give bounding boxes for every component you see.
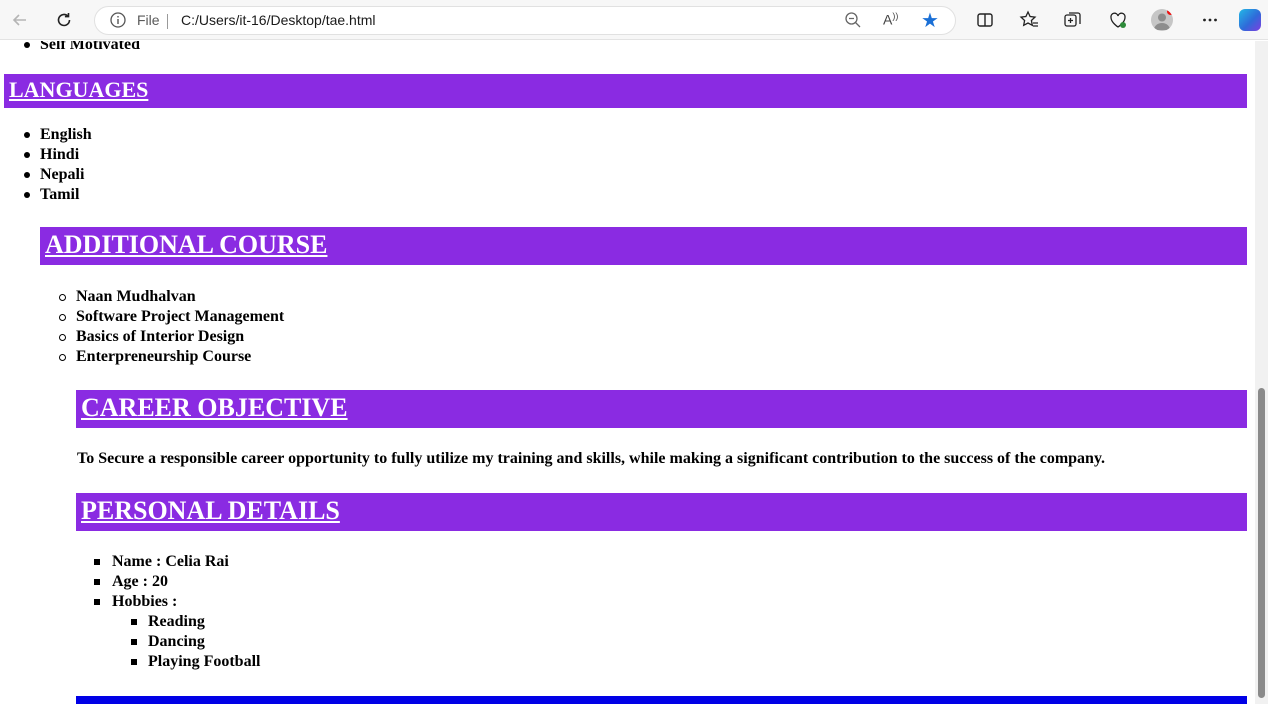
personal-details-heading-bar: PERSONAL DETAILS [76, 493, 1247, 531]
language-item: English [40, 126, 92, 143]
personal-name: Name : Celia Rai [112, 553, 229, 570]
list-bullet [59, 314, 66, 321]
languages-heading-bar: LANGUAGES [4, 74, 1247, 108]
url-text[interactable]: C:/Users/it-16/Desktop/tae.html [181, 12, 376, 28]
zoom-icon[interactable] [843, 10, 863, 30]
list-bullet [24, 192, 30, 198]
collections-icon[interactable] [1061, 8, 1085, 32]
read-aloud-icon[interactable]: A)) [883, 11, 898, 28]
list-bullet [24, 42, 30, 48]
more-icon[interactable] [1198, 8, 1222, 32]
profile-icon[interactable] [1151, 9, 1173, 31]
course-item: Enterpreneurship Course [76, 348, 252, 365]
hobby-item: Reading [148, 613, 205, 630]
course-item: Basics of Interior Design [76, 328, 245, 345]
list-bullet [131, 619, 137, 625]
language-item: Hindi [40, 146, 80, 163]
languages-heading: LANGUAGES [9, 77, 149, 102]
address-separator [167, 14, 168, 29]
career-objective-text: To Secure a responsible career opportuni… [77, 450, 1106, 467]
scrollbar-thumb[interactable] [1258, 388, 1265, 698]
list-bullet [24, 172, 30, 178]
copilot-icon[interactable] [1239, 9, 1261, 31]
refresh-icon[interactable] [52, 8, 76, 32]
list-bullet [59, 354, 66, 361]
list-bullet [131, 659, 137, 665]
browser-toolbar: File C:/Users/it-16/Desktop/tae.html A))… [0, 0, 1268, 40]
additional-course-heading-bar: ADDITIONAL COURSE [40, 227, 1247, 265]
footer-bar [76, 696, 1247, 704]
page-content: Self Motivated LANGUAGES English Hindi N… [0, 41, 1255, 704]
notification-dot [1167, 9, 1173, 15]
language-item: Tamil [40, 186, 80, 203]
course-item: Software Project Management [76, 308, 285, 325]
list-bullet [59, 334, 66, 341]
list-bullet [94, 579, 100, 585]
browser-essentials-icon[interactable] [1106, 8, 1130, 32]
list-bullet [24, 132, 30, 138]
favorite-star-icon[interactable]: ★ [921, 8, 939, 32]
additional-course-heading: ADDITIONAL COURSE [45, 230, 328, 259]
career-objective-heading: CAREER OBJECTIVE [81, 393, 348, 422]
list-bullet [94, 559, 100, 565]
course-item: Naan Mudhalvan [76, 288, 196, 305]
personal-age: Age : 20 [112, 573, 168, 590]
list-bullet [24, 152, 30, 158]
file-scheme-label: File [137, 12, 160, 28]
career-objective-heading-bar: CAREER OBJECTIVE [76, 390, 1247, 428]
hobby-item: Dancing [148, 633, 205, 650]
language-item: Nepali [40, 166, 85, 183]
address-bar[interactable]: File C:/Users/it-16/Desktop/tae.html A))… [94, 6, 956, 35]
personal-hobbies-label: Hobbies : [112, 593, 178, 610]
split-screen-icon[interactable] [973, 8, 997, 32]
back-icon[interactable] [8, 8, 32, 32]
list-bullet [131, 639, 137, 645]
hobby-item: Playing Football [148, 653, 261, 670]
list-bullet [94, 599, 100, 605]
favorites-icon[interactable] [1017, 8, 1041, 32]
personal-details-heading: PERSONAL DETAILS [81, 496, 340, 525]
info-icon[interactable] [109, 11, 127, 29]
list-bullet [59, 294, 66, 301]
skill-item: Self Motivated [40, 41, 140, 53]
